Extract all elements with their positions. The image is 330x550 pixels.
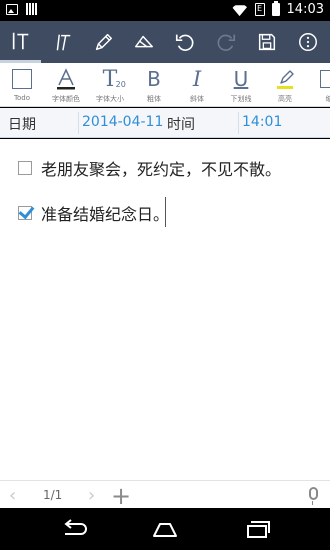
sim-icon: E xyxy=(254,3,265,16)
format-label: 下划线 xyxy=(230,95,252,103)
home-icon xyxy=(153,523,177,537)
font-size-icon: T 20 xyxy=(102,66,126,92)
italic-button[interactable]: I 斜体 xyxy=(177,67,217,106)
date-value[interactable]: 2014-04-11 xyxy=(82,114,163,130)
todo-item[interactable]: 老朋友聚会，死约定，不见不散。 xyxy=(18,156,281,180)
more-button[interactable] xyxy=(287,21,328,63)
home-button[interactable] xyxy=(135,508,195,550)
font-size-value: 20 xyxy=(115,80,126,89)
page-bar: ‹ 1/1 › + xyxy=(0,480,330,510)
time-label: 时间 xyxy=(167,117,195,133)
format-label: 粗体 xyxy=(147,95,161,103)
todo-item[interactable]: 准备结婚纪念日。 xyxy=(18,201,169,225)
page-indicator: 1/1 xyxy=(43,488,63,502)
signal-bars-icon xyxy=(26,3,37,15)
format-label: 缩 xyxy=(326,94,330,104)
editor-toolbar xyxy=(0,21,330,63)
back-button[interactable] xyxy=(44,508,104,550)
font-size-button[interactable]: T 20 字体大小 xyxy=(90,66,130,106)
text-style-button[interactable] xyxy=(0,21,41,63)
format-label: 高亮 xyxy=(278,95,292,103)
note-editor[interactable]: 老朋友聚会，死约定，不见不散。 准备结婚纪念日。 xyxy=(0,139,330,480)
underline-button[interactable]: U 下划线 xyxy=(221,67,261,106)
todo-checkbox-checked[interactable] xyxy=(18,206,32,220)
eraser-icon xyxy=(134,35,153,48)
redo-button[interactable] xyxy=(205,21,246,63)
eraser-button[interactable] xyxy=(123,21,164,63)
wifi-icon xyxy=(232,4,248,16)
save-button[interactable] xyxy=(246,21,287,63)
date-label: 日期 xyxy=(8,117,36,133)
time-value[interactable]: 14:01 xyxy=(242,114,282,130)
system-nav-bar xyxy=(0,508,330,550)
indent-button[interactable]: 缩 xyxy=(309,67,330,106)
redo-icon xyxy=(217,34,235,51)
format-label: 字体颜色 xyxy=(52,95,80,103)
checkbox-icon xyxy=(12,67,32,91)
todo-format-button[interactable]: Todo xyxy=(2,67,42,106)
save-icon xyxy=(258,33,275,51)
font-color-button[interactable]: 字体颜色 xyxy=(46,67,86,106)
recent-apps-icon xyxy=(247,521,270,538)
indent-icon xyxy=(320,67,330,91)
italic-pen-icon xyxy=(56,34,70,51)
format-label: Todo xyxy=(13,94,31,102)
recent-apps-button[interactable] xyxy=(226,508,286,550)
pencil-button[interactable] xyxy=(82,21,123,63)
highlight-icon xyxy=(275,67,295,91)
highlight-button[interactable]: 高亮 xyxy=(265,67,305,106)
microphone-icon[interactable] xyxy=(309,487,318,505)
more-icon xyxy=(298,33,317,51)
status-time: 14:03 xyxy=(286,2,324,17)
todo-text[interactable]: 准备结婚纪念日。 xyxy=(41,201,169,225)
prev-page-icon[interactable]: ‹ xyxy=(9,485,16,506)
pencil-icon xyxy=(95,33,112,51)
font-color-icon xyxy=(56,67,76,91)
format-label: 斜体 xyxy=(190,95,204,103)
italic-pen-button[interactable] xyxy=(41,21,82,63)
date-time-row: 日期 2014-04-11 时间 14:01 xyxy=(0,108,330,138)
todo-checkbox[interactable] xyxy=(18,161,32,175)
format-label: 字体大小 xyxy=(96,95,124,103)
undo-button[interactable] xyxy=(164,21,205,63)
next-page-icon[interactable]: › xyxy=(88,485,95,506)
italic-icon: I xyxy=(192,67,202,91)
add-page-icon[interactable]: + xyxy=(111,482,131,510)
battery-icon xyxy=(271,1,280,16)
format-toolbar: Todo 字体颜色 T20 字体大小 B 粗体 I 斜体 U 下划线 高亮 缩 xyxy=(0,63,330,107)
bold-icon: B xyxy=(147,67,161,91)
todo-text[interactable]: 老朋友聚会，死约定，不见不散。 xyxy=(41,156,281,180)
status-bar: E 14:03 xyxy=(0,0,330,21)
text-cursor xyxy=(165,197,166,227)
underline-icon: U xyxy=(233,67,249,91)
bold-button[interactable]: B 粗体 xyxy=(134,67,174,106)
undo-icon xyxy=(175,34,193,51)
text-style-icon xyxy=(12,32,28,49)
image-icon xyxy=(6,3,18,15)
back-icon xyxy=(64,519,87,535)
